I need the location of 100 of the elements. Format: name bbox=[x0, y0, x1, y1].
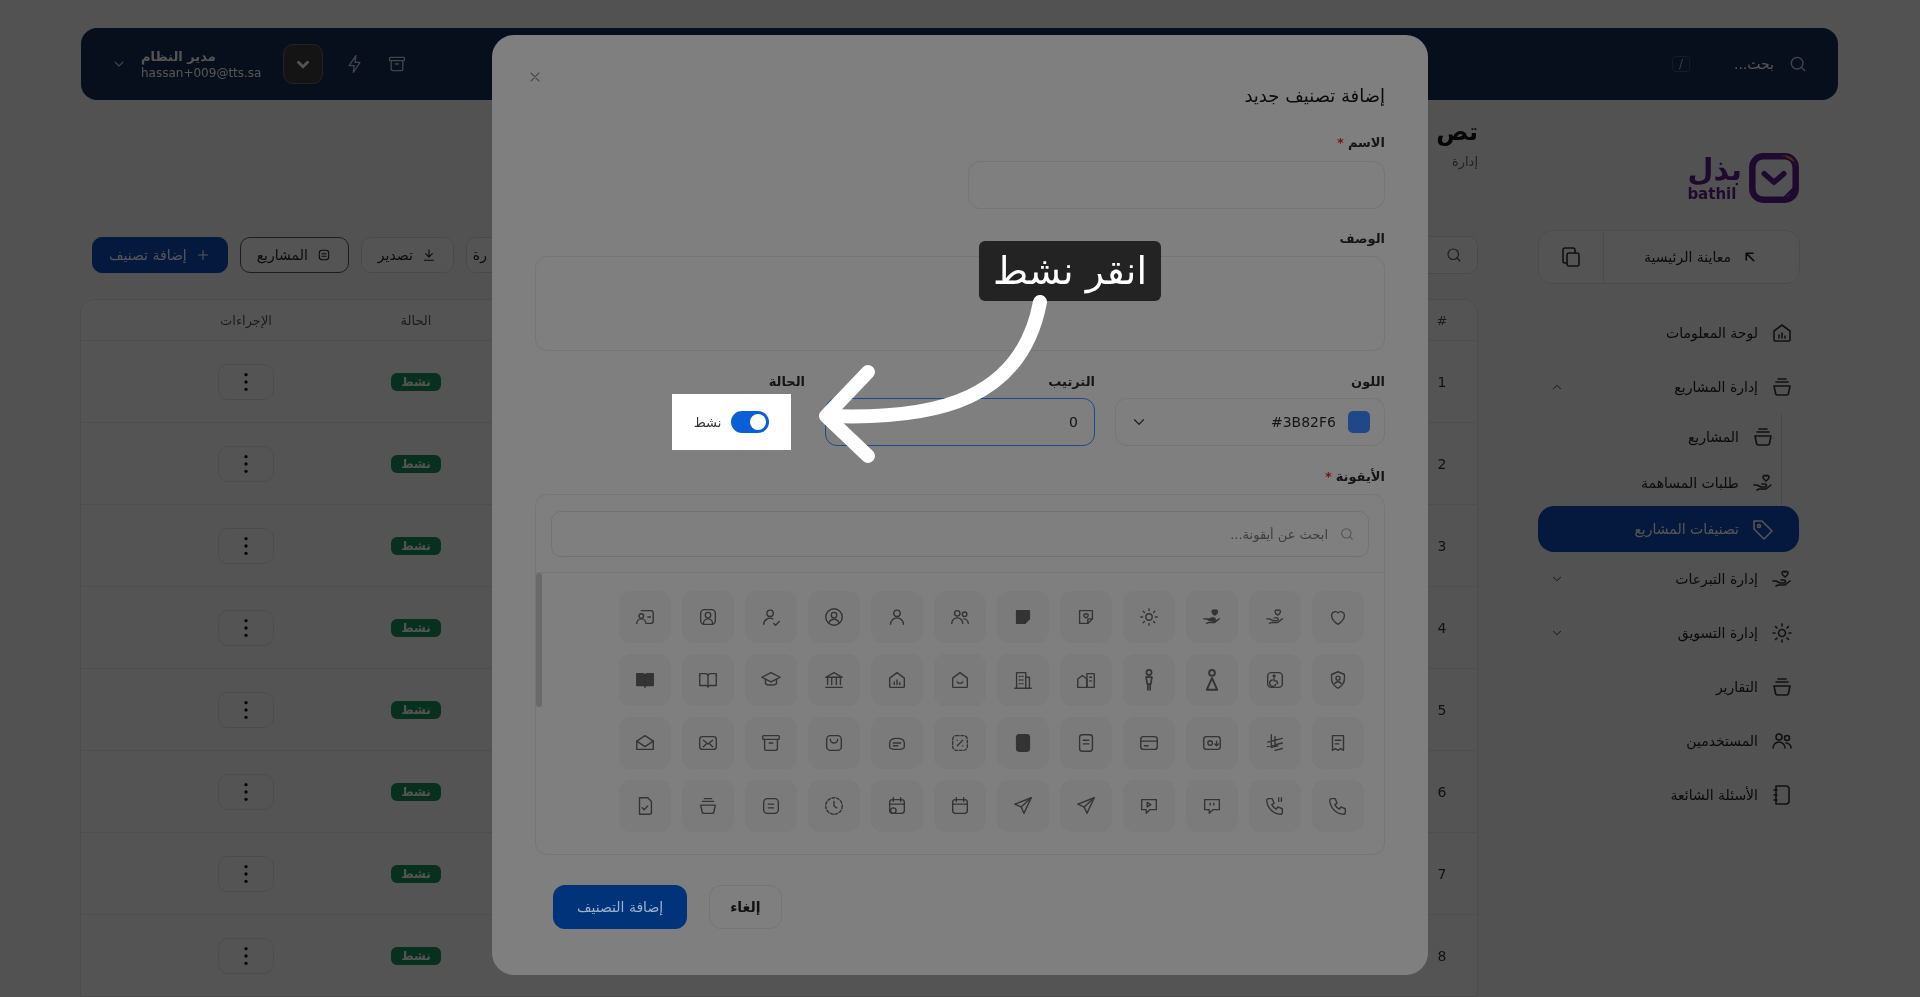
icon-option[interactable] bbox=[682, 591, 734, 643]
toggle-switch[interactable] bbox=[731, 411, 770, 433]
sidebar-item[interactable]: المشاريع bbox=[1538, 414, 1799, 460]
color-value: #3B82F6 bbox=[1269, 414, 1336, 430]
icon-option[interactable] bbox=[745, 654, 797, 706]
field-label: الأيقونة bbox=[1335, 468, 1385, 484]
icon-option[interactable] bbox=[682, 717, 734, 769]
icon-option[interactable] bbox=[682, 780, 734, 832]
row-number: 6 bbox=[1437, 783, 1447, 800]
icon-option[interactable] bbox=[1249, 591, 1301, 643]
icon-option[interactable] bbox=[1186, 654, 1238, 706]
kebab-icon bbox=[244, 946, 248, 965]
icon-option[interactable] bbox=[997, 654, 1049, 706]
stack-icon bbox=[697, 795, 719, 817]
kebab-icon bbox=[244, 618, 248, 637]
sidebar-item[interactable]: طلبات المساهمة bbox=[1538, 460, 1799, 506]
projects-button[interactable]: المشاريع bbox=[239, 237, 349, 273]
archive-icon[interactable] bbox=[387, 54, 408, 74]
icon-option[interactable] bbox=[745, 591, 797, 643]
field-label: اللون bbox=[1351, 373, 1385, 389]
kebab-icon bbox=[244, 700, 248, 719]
shortcut-key: / bbox=[1671, 56, 1690, 72]
row-number: 5 bbox=[1437, 701, 1447, 718]
export-button[interactable]: تصدير bbox=[360, 237, 454, 273]
icon-option[interactable] bbox=[619, 780, 671, 832]
icon-option[interactable] bbox=[619, 591, 671, 643]
icon-option[interactable] bbox=[808, 780, 860, 832]
sidebar-item[interactable]: إدارة التبرعات bbox=[1538, 552, 1800, 606]
icon-option[interactable] bbox=[619, 654, 671, 706]
icon-option[interactable] bbox=[997, 717, 1049, 769]
column-header: الإجراءات bbox=[220, 312, 272, 328]
user-check-icon bbox=[760, 606, 782, 628]
search-icon bbox=[1788, 54, 1808, 74]
user-circle-icon bbox=[823, 606, 845, 628]
avatar[interactable] bbox=[283, 44, 324, 84]
page-title: تص bbox=[1436, 118, 1478, 146]
icon-option[interactable] bbox=[1312, 591, 1364, 643]
icon-option[interactable] bbox=[934, 780, 986, 832]
phone-icon bbox=[1327, 795, 1349, 817]
icon-option[interactable] bbox=[808, 717, 860, 769]
sidebar-item[interactable]: المستخدمين bbox=[1538, 714, 1800, 768]
icon-option[interactable] bbox=[934, 591, 986, 643]
user-square-icon bbox=[697, 606, 719, 628]
icon-option[interactable] bbox=[745, 717, 797, 769]
icon-option[interactable] bbox=[682, 654, 734, 706]
icon-option[interactable] bbox=[1060, 717, 1112, 769]
row-number: 4 bbox=[1437, 619, 1447, 636]
submit-button[interactable]: إضافة التصنيف bbox=[553, 885, 688, 929]
cancel-button[interactable]: إلغاء bbox=[709, 885, 782, 929]
icon-option[interactable] bbox=[934, 654, 986, 706]
icon-option[interactable] bbox=[871, 654, 923, 706]
add-button[interactable]: إضافة تصنيف bbox=[92, 237, 228, 273]
status-badge: نشط bbox=[391, 700, 441, 719]
sidebar-item[interactable]: إدارة التسويق bbox=[1538, 606, 1800, 660]
icon-option[interactable] bbox=[1123, 654, 1175, 706]
icon-option[interactable] bbox=[997, 780, 1049, 832]
icon-option[interactable] bbox=[1186, 591, 1238, 643]
icon-option[interactable] bbox=[1186, 780, 1238, 832]
icon-option[interactable] bbox=[871, 717, 923, 769]
sidebar-item[interactable]: لوحة المعلومات bbox=[1538, 306, 1800, 360]
color-select[interactable]: #3B82F6 bbox=[1115, 398, 1385, 446]
logo-icon bbox=[1748, 152, 1800, 204]
icon-option[interactable] bbox=[1123, 717, 1175, 769]
status-badge: نشط bbox=[391, 536, 441, 555]
icon-option[interactable] bbox=[619, 717, 671, 769]
bank-icon bbox=[823, 669, 845, 691]
icon-option[interactable] bbox=[1312, 780, 1364, 832]
icon-option[interactable] bbox=[808, 654, 860, 706]
icon-option[interactable] bbox=[997, 591, 1049, 643]
icon-option[interactable] bbox=[1060, 780, 1112, 832]
column-header: # bbox=[1436, 312, 1448, 328]
sidebar-item[interactable]: إدارة المشاريع bbox=[1538, 360, 1800, 414]
sidebar-item[interactable]: تصنيفات المشاريع bbox=[1538, 506, 1799, 552]
icon-option[interactable] bbox=[1186, 717, 1238, 769]
icon-option[interactable] bbox=[871, 591, 923, 643]
icon-option[interactable] bbox=[1312, 654, 1364, 706]
field-label: الترتيب bbox=[1048, 373, 1095, 389]
icon-option[interactable] bbox=[934, 717, 986, 769]
icon-option[interactable] bbox=[1312, 717, 1364, 769]
icon-option[interactable] bbox=[1249, 780, 1301, 832]
icon-option[interactable] bbox=[1060, 654, 1112, 706]
search-icon bbox=[1339, 526, 1355, 542]
icon-option[interactable] bbox=[745, 780, 797, 832]
icon-option[interactable] bbox=[1060, 591, 1112, 643]
icon-option[interactable] bbox=[871, 780, 923, 832]
discount-icon bbox=[949, 732, 971, 754]
icon-option[interactable] bbox=[1249, 654, 1301, 706]
required-mark: * bbox=[1324, 468, 1332, 484]
icon-option[interactable] bbox=[1249, 717, 1301, 769]
logo-text: بذل bbox=[1687, 154, 1742, 185]
sidebar-item[interactable]: الأسئلة الشائعة bbox=[1538, 768, 1800, 822]
search-field[interactable]: بحث... bbox=[1712, 55, 1776, 73]
sidebar-item[interactable]: التقارير bbox=[1538, 660, 1800, 714]
preview-button[interactable]: معاينة الرئيسية bbox=[1603, 231, 1799, 283]
icon-option[interactable] bbox=[1123, 591, 1175, 643]
row-number: 2 bbox=[1437, 455, 1447, 472]
icon-option[interactable] bbox=[808, 591, 860, 643]
stack-icon bbox=[1770, 675, 1794, 699]
tag-icon bbox=[1751, 517, 1775, 541]
icon-option[interactable] bbox=[1123, 780, 1175, 832]
